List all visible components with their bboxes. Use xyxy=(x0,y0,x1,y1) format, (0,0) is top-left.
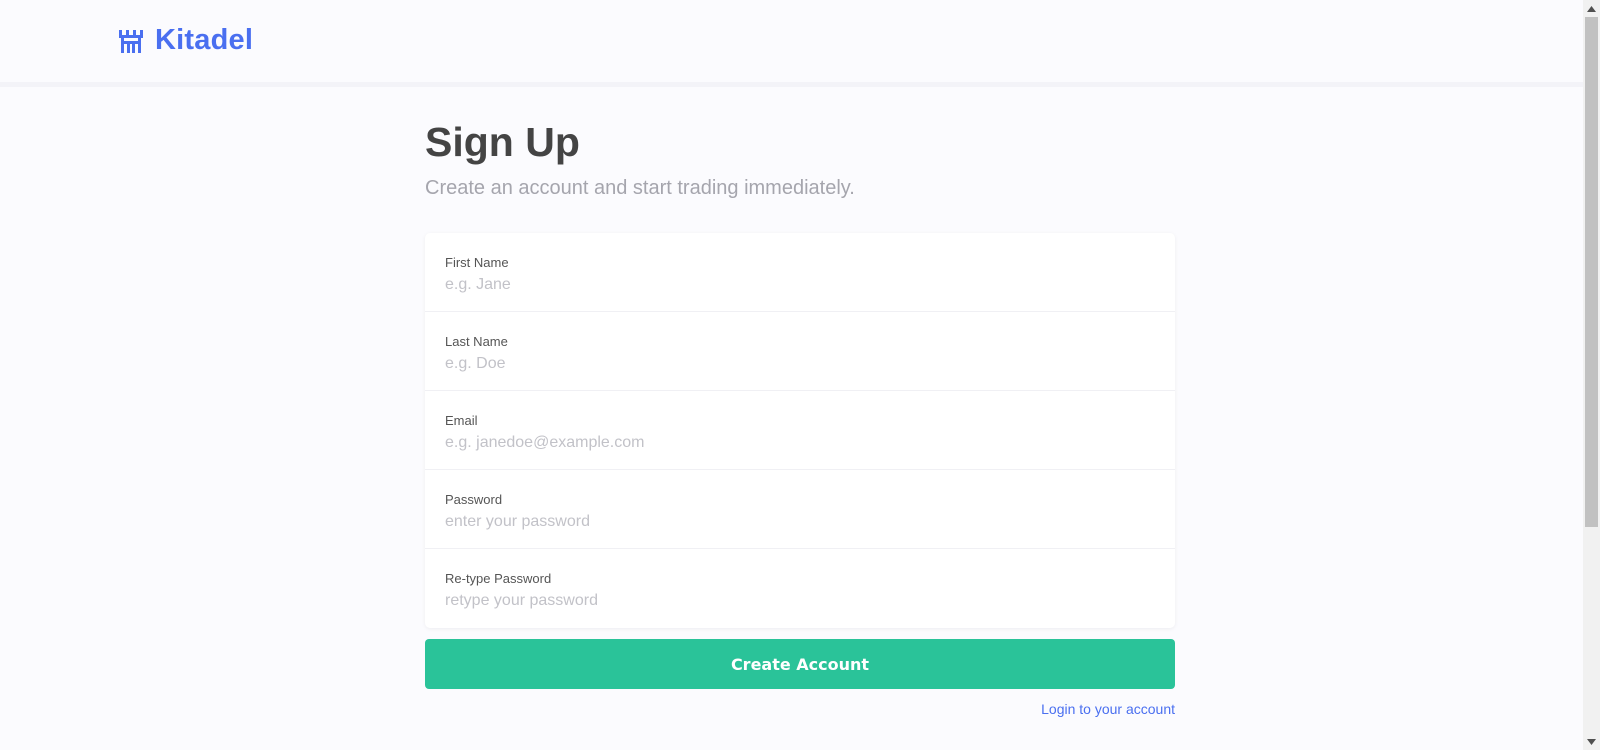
brand-name: Kitadel xyxy=(155,24,254,56)
retype-password-field-group: Re-type Password xyxy=(425,549,1175,628)
first-name-label: First Name xyxy=(445,255,509,270)
brand-logo-link[interactable]: Kitadel xyxy=(118,24,253,57)
retype-password-label: Re-type Password xyxy=(445,571,552,586)
email-field-group: Email xyxy=(425,391,1175,470)
retype-password-input[interactable] xyxy=(445,591,1155,611)
castle-icon xyxy=(118,28,144,54)
last-name-input[interactable] xyxy=(445,354,1155,374)
scroll-down-arrow-icon[interactable] xyxy=(1583,733,1600,750)
page-title: Sign Up xyxy=(425,119,580,165)
password-label: Password xyxy=(445,492,503,507)
email-label: Email xyxy=(445,413,478,428)
signup-form: First Name Last Name Email Password Re-t… xyxy=(425,233,1175,628)
first-name-field-group: First Name xyxy=(425,233,1175,312)
create-account-button[interactable]: Create Account xyxy=(425,639,1175,689)
vertical-scrollbar[interactable] xyxy=(1583,0,1600,750)
email-input[interactable] xyxy=(445,433,1155,453)
last-name-label: Last Name xyxy=(445,334,508,349)
password-field-group: Password xyxy=(425,470,1175,549)
scroll-up-arrow-icon[interactable] xyxy=(1583,0,1600,17)
first-name-input[interactable] xyxy=(445,275,1155,295)
login-link[interactable]: Login to your account xyxy=(425,701,1175,717)
scrollbar-thumb[interactable] xyxy=(1585,17,1598,527)
top-navbar: Kitadel xyxy=(0,0,1583,87)
last-name-field-group: Last Name xyxy=(425,312,1175,391)
page: Kitadel Sign Up Create an account and st… xyxy=(0,0,1583,750)
page-subtitle: Create an account and start trading imme… xyxy=(425,177,855,199)
signup-section: Sign Up Create an account and start trad… xyxy=(425,118,1175,717)
password-input[interactable] xyxy=(445,512,1155,532)
